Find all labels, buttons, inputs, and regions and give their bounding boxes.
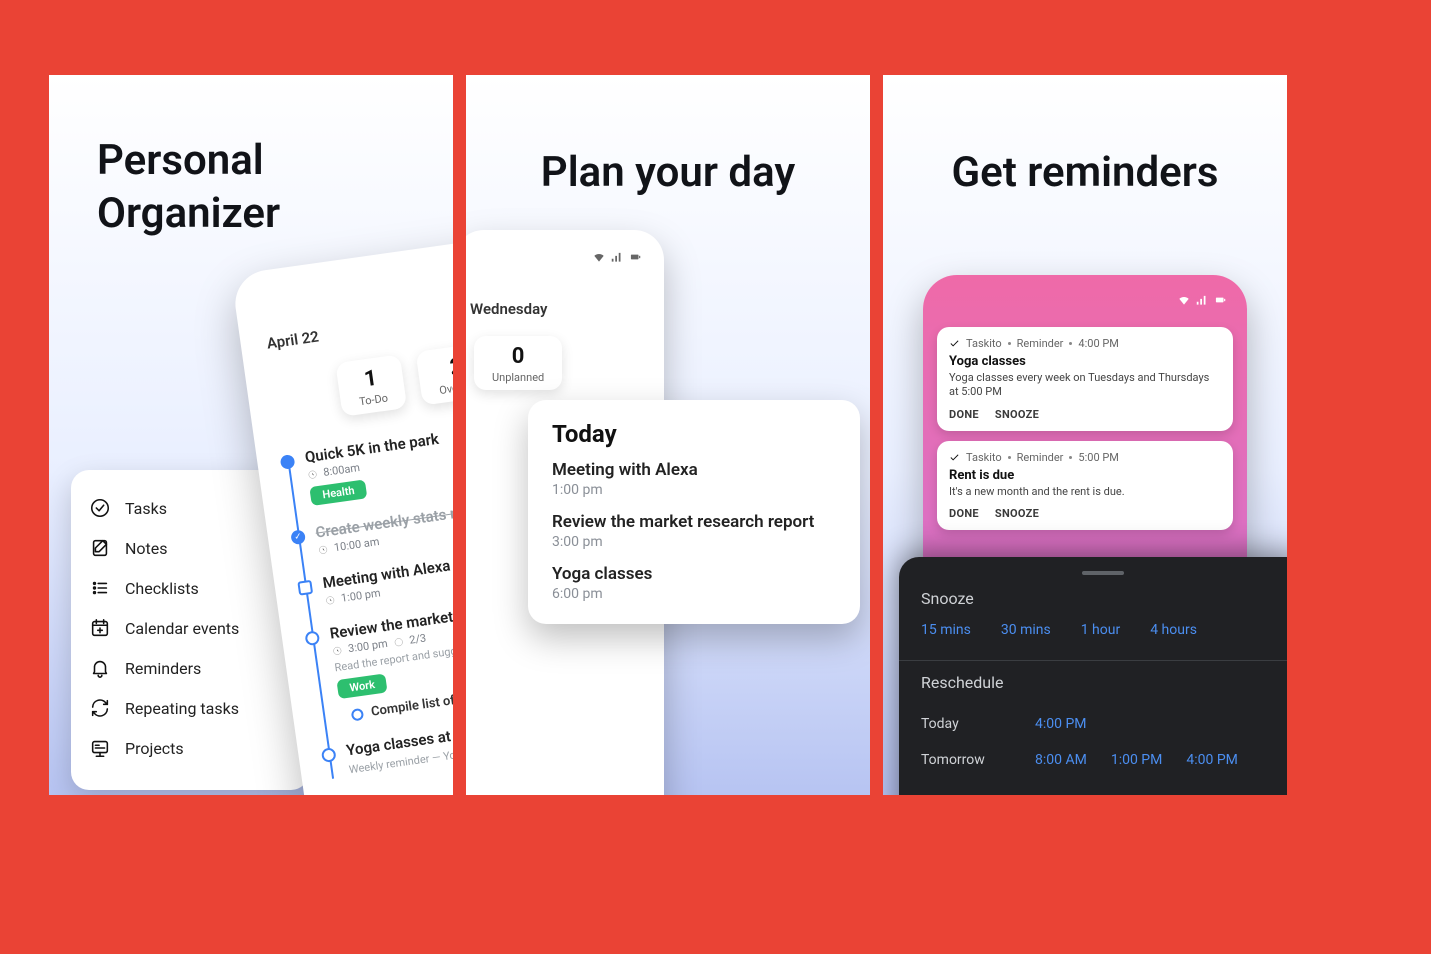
reschedule-row-tomorrow: Tomorrow 8:00 AM 1:00 PM 4:00 PM xyxy=(921,742,1285,778)
bell-icon xyxy=(89,657,111,679)
reschedule-heading: Reschedule xyxy=(921,673,1285,692)
feature-label: Calendar events xyxy=(125,619,239,638)
subtask-ring-icon xyxy=(351,707,365,721)
snooze-option[interactable]: 1 hour xyxy=(1081,622,1121,638)
today-item[interactable]: Meeting with Alexa 1:00 pm xyxy=(552,460,836,498)
today-item[interactable]: Review the market research report 3:00 p… xyxy=(552,512,836,550)
checklist-icon xyxy=(89,577,111,599)
clock-icon xyxy=(307,468,318,479)
check-circle-icon xyxy=(89,497,111,519)
promo-panel-2: Plan your day Wednesday 0 Unplanned Toda… xyxy=(466,75,870,795)
feature-tasks[interactable]: Tasks xyxy=(89,488,291,528)
calendar-add-icon xyxy=(89,617,111,639)
reschedule-row-today: Today 4:00 PM xyxy=(921,706,1285,742)
timeline-alarm-icon xyxy=(321,747,337,763)
feature-label: Repeating tasks xyxy=(125,699,239,718)
note-icon xyxy=(89,537,111,559)
reschedule-time[interactable]: 4:00 PM xyxy=(1035,716,1087,732)
stat-overdue[interactable]: 2 Overdue xyxy=(416,341,453,405)
feature-calendar[interactable]: Calendar events xyxy=(89,608,291,648)
status-bar xyxy=(470,248,648,274)
reschedule-time[interactable]: 4:00 PM xyxy=(1186,752,1238,768)
wifi-icon xyxy=(592,250,606,264)
feature-reminders[interactable]: Reminders xyxy=(89,648,291,688)
timeline-dot-icon xyxy=(280,454,296,470)
sheet-grab-handle[interactable] xyxy=(1082,571,1124,575)
notification-card[interactable]: Taskito Reminder 4:00 PM Yoga classes Yo… xyxy=(937,327,1233,431)
tag-work[interactable]: Work xyxy=(336,673,388,699)
snooze-bottom-sheet: Snooze 15 mins 30 mins 1 hour 4 hours Re… xyxy=(899,557,1287,795)
snooze-heading: Snooze xyxy=(921,589,1285,608)
feature-label: Tasks xyxy=(125,499,167,518)
signal-icon xyxy=(1195,293,1209,307)
snooze-option[interactable]: 4 hours xyxy=(1150,622,1197,638)
timeline-square-icon xyxy=(297,580,313,596)
clock-icon xyxy=(332,645,343,656)
notif-done-button[interactable]: DONE xyxy=(949,507,979,520)
feature-label: Notes xyxy=(125,539,168,558)
repeat-icon xyxy=(89,697,111,719)
app-check-icon xyxy=(949,452,960,463)
today-heading: Today xyxy=(552,420,836,448)
task-item[interactable]: Quick 5K in the park 8:00am Health xyxy=(304,411,453,506)
feature-repeating[interactable]: Repeating tasks xyxy=(89,688,291,728)
date-label: April 22 xyxy=(266,327,320,352)
feature-notes[interactable]: Notes xyxy=(89,528,291,568)
stat-unplanned[interactable]: 0 Unplanned xyxy=(474,336,562,390)
timeline-check-icon: ✓ xyxy=(290,529,306,545)
wifi-icon xyxy=(1177,293,1191,307)
battery-icon xyxy=(1213,293,1227,307)
notif-snooze-button[interactable]: SNOOZE xyxy=(995,507,1039,520)
tag-health[interactable]: Health xyxy=(309,479,367,506)
notification-card[interactable]: Taskito Reminder 5:00 PM Rent is due It'… xyxy=(937,441,1233,530)
stat-todo[interactable]: 1 To-Do xyxy=(336,354,408,416)
day-label: Wednesday xyxy=(470,300,648,318)
feature-projects[interactable]: Projects xyxy=(89,728,291,768)
projects-icon xyxy=(89,737,111,759)
progress-icon xyxy=(393,636,404,647)
signal-icon xyxy=(610,250,624,264)
reschedule-time[interactable]: 8:00 AM xyxy=(1035,752,1087,768)
feature-checklists[interactable]: Checklists xyxy=(89,568,291,608)
panel2-title: Plan your day xyxy=(466,75,870,200)
snooze-option[interactable]: 15 mins xyxy=(921,622,971,638)
today-card: Today Meeting with Alexa 1:00 pm Review … xyxy=(528,400,860,624)
status-bar xyxy=(937,287,1233,317)
clock-icon xyxy=(317,544,328,555)
clock-icon xyxy=(325,594,336,605)
feature-label: Reminders xyxy=(125,659,201,678)
panel3-title: Get reminders xyxy=(883,75,1287,200)
promo-panel-3: Get reminders Taskito Reminder 4:00 PM Y… xyxy=(883,75,1287,795)
app-check-icon xyxy=(949,338,960,349)
task-timeline: Quick 5K in the park 8:00am Health ✓ Cre… xyxy=(278,411,453,780)
reschedule-time[interactable]: 1:00 PM xyxy=(1111,752,1163,768)
feature-label: Projects xyxy=(125,739,184,758)
battery-icon xyxy=(628,250,642,264)
snooze-option[interactable]: 30 mins xyxy=(1001,622,1051,638)
feature-label: Checklists xyxy=(125,579,199,598)
panel1-title: PersonalOrganizer xyxy=(97,135,280,240)
task-item[interactable]: Review the market research 3:00 pm 2/3 R… xyxy=(329,587,453,724)
promo-panel-1: PersonalOrganizer Tasks Notes Checklists… xyxy=(49,75,453,795)
notif-done-button[interactable]: DONE xyxy=(949,408,979,421)
today-item[interactable]: Yoga classes 6:00 pm xyxy=(552,564,836,602)
timeline-ring-icon xyxy=(304,630,320,646)
notif-snooze-button[interactable]: SNOOZE xyxy=(995,408,1039,421)
